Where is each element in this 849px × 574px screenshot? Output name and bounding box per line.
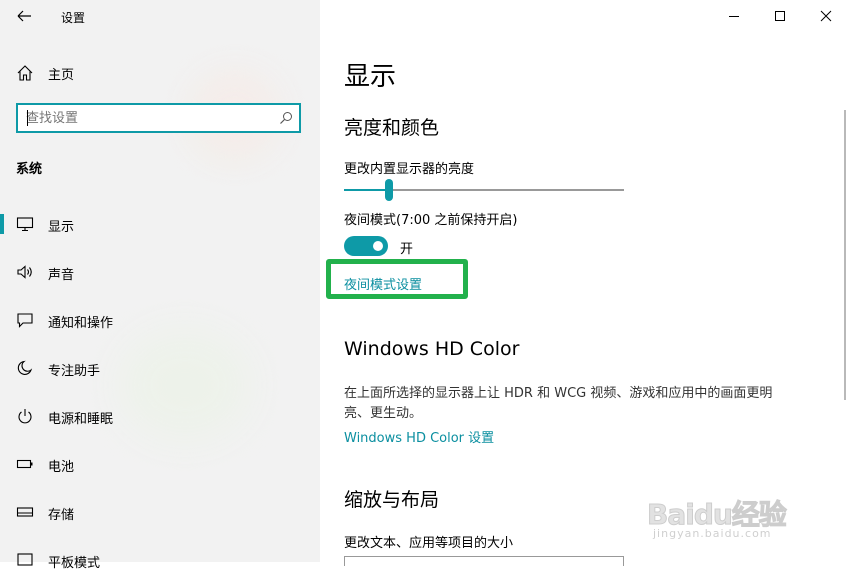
text-caret bbox=[27, 110, 28, 126]
brightness-heading: 亮度和颜色 bbox=[344, 117, 440, 139]
search-input[interactable] bbox=[26, 109, 271, 127]
back-button[interactable] bbox=[14, 6, 34, 26]
sidebar-item-label: 电池 bbox=[48, 460, 75, 475]
slider-track-filled bbox=[344, 189, 389, 191]
sidebar-item-power[interactable]: 电源和睡眠 bbox=[0, 402, 320, 430]
slider-track bbox=[389, 189, 624, 191]
scale-dropdown[interactable] bbox=[344, 556, 624, 566]
tablet-icon bbox=[17, 553, 33, 566]
scale-heading: 缩放与布局 bbox=[344, 489, 440, 511]
storage-icon bbox=[16, 507, 34, 517]
toggle-state-label: 开 bbox=[400, 242, 414, 257]
sidebar-item-label: 声音 bbox=[48, 268, 75, 283]
home-icon bbox=[17, 65, 33, 81]
brightness-slider[interactable] bbox=[344, 178, 624, 202]
hd-color-description: 在上面所选择的显示器上让 HDR 和 WCG 视频、游戏和应用中的画面更明亮、更… bbox=[344, 386, 773, 421]
power-icon bbox=[18, 409, 32, 424]
battery-icon bbox=[16, 459, 33, 469]
notification-icon bbox=[17, 313, 33, 328]
sidebar-item-tablet-mode[interactable]: 平板模式 bbox=[0, 546, 320, 574]
scale-label: 更改文本、应用等项目的大小 bbox=[344, 536, 514, 551]
sidebar-item-label: 专注助手 bbox=[48, 364, 101, 379]
watermark: Baidu经验 jingyan.baidu.com bbox=[647, 493, 802, 545]
brightness-label: 更改内置显示器的亮度 bbox=[344, 162, 475, 177]
sidebar-item-label: 电源和睡眠 bbox=[48, 412, 114, 427]
slider-thumb[interactable] bbox=[385, 179, 393, 201]
page-title: 显示 bbox=[344, 62, 397, 92]
toggle-knob bbox=[373, 241, 383, 251]
sidebar-item-label: 显示 bbox=[48, 220, 75, 235]
sidebar-item-label: 存储 bbox=[48, 508, 75, 523]
arrow-left-icon bbox=[17, 10, 31, 22]
sidebar-item-storage[interactable]: 存储 bbox=[0, 498, 320, 526]
sidebar-item-focus-assist[interactable]: 专注助手 bbox=[0, 354, 320, 382]
sidebar-item-sound[interactable]: 声音 bbox=[0, 258, 320, 286]
sidebar-item-label: 主页 bbox=[48, 68, 75, 83]
sidebar-item-home[interactable]: 主页 bbox=[16, 63, 74, 83]
night-light-toggle[interactable] bbox=[344, 236, 388, 256]
monitor-icon bbox=[16, 217, 34, 232]
sidebar-item-battery[interactable]: 电池 bbox=[0, 450, 320, 478]
speaker-icon bbox=[17, 265, 32, 279]
moon-icon bbox=[17, 360, 33, 375]
hd-color-heading: Windows HD Color bbox=[344, 338, 520, 360]
sidebar-item-label: 通知和操作 bbox=[48, 316, 114, 331]
watermark-url: jingyan.baidu.com bbox=[653, 527, 772, 540]
search-box[interactable] bbox=[16, 103, 301, 133]
night-light-settings-link[interactable]: 夜间模式设置 bbox=[344, 274, 422, 293]
search-icon[interactable] bbox=[279, 111, 293, 125]
sidebar-item-display[interactable]: 显示 bbox=[0, 210, 320, 238]
main-content: 显示 亮度和颜色 更改内置显示器的亮度 夜间模式(7:00 之前保持开启) 开 … bbox=[320, 0, 849, 566]
section-title: 系统 bbox=[16, 162, 43, 177]
night-light-label: 夜间模式(7:00 之前保持开启) bbox=[344, 213, 518, 228]
sidebar-item-notifications[interactable]: 通知和操作 bbox=[0, 306, 320, 334]
scrollbar[interactable] bbox=[844, 110, 846, 400]
sidebar: 设置 主页 系统 显示 声音 通知和操作 bbox=[0, 0, 320, 571]
hd-color-settings-link[interactable]: Windows HD Color 设置 bbox=[344, 427, 494, 446]
app-title: 设置 bbox=[61, 11, 86, 25]
